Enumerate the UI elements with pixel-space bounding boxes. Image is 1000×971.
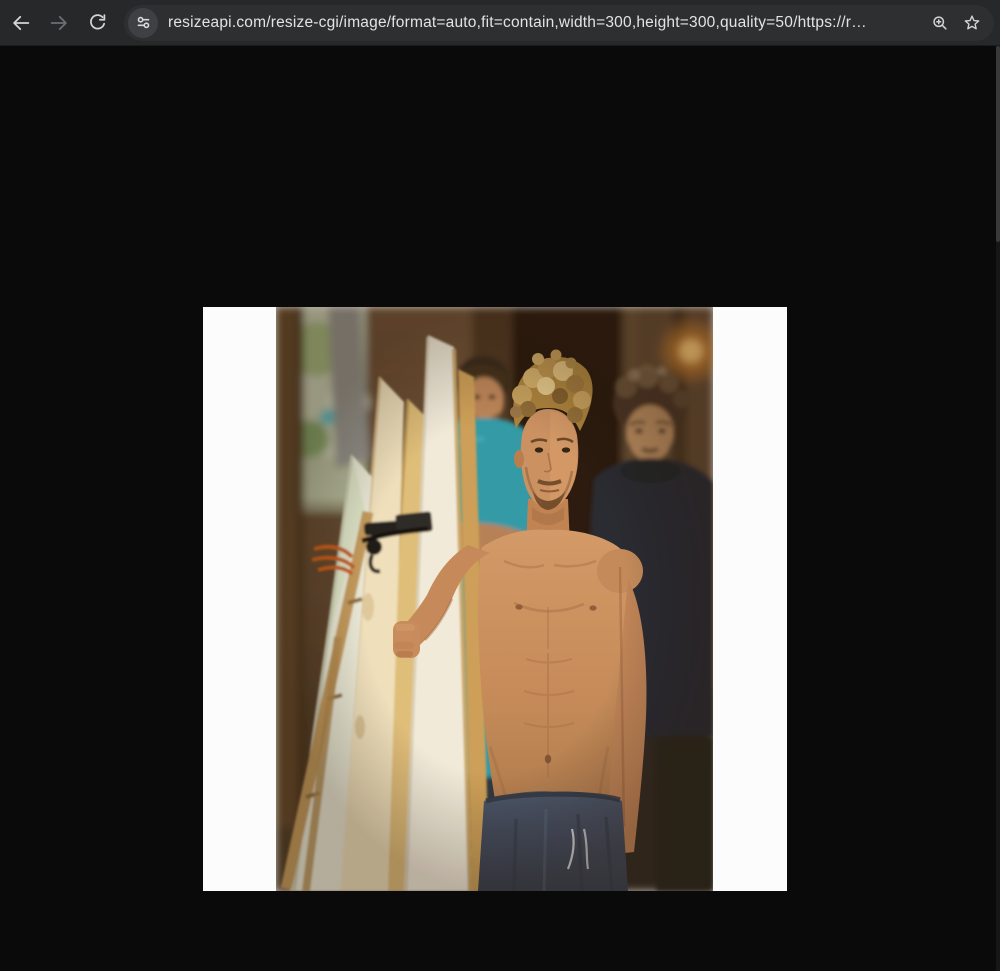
forward-button[interactable] bbox=[40, 4, 78, 42]
back-button[interactable] bbox=[2, 4, 40, 42]
reload-button[interactable] bbox=[78, 4, 116, 42]
scrollbar-track[interactable] bbox=[996, 46, 1000, 971]
scrollbar-thumb[interactable] bbox=[996, 46, 1000, 242]
image-letterbox-frame bbox=[203, 307, 787, 891]
url-text: resizeapi.com/resize-cgi/image/format=au… bbox=[168, 13, 867, 31]
bookmark-button[interactable] bbox=[956, 7, 988, 39]
forward-arrow-icon bbox=[50, 15, 67, 30]
browser-toolbar: resizeapi.com/resize-cgi/image/format=au… bbox=[0, 0, 1000, 46]
magnifier-plus-icon bbox=[933, 15, 947, 30]
page-content bbox=[0, 46, 1000, 971]
browser-window: resizeapi.com/resize-cgi/image/format=au… bbox=[0, 0, 1000, 971]
zoom-level-button[interactable] bbox=[924, 7, 956, 39]
surfboard-rack-photo bbox=[276, 307, 713, 891]
back-arrow-icon bbox=[13, 15, 30, 30]
url-bar[interactable]: resizeapi.com/resize-cgi/image/format=au… bbox=[124, 4, 994, 41]
site-info-button[interactable] bbox=[128, 7, 158, 38]
reload-icon bbox=[89, 14, 105, 30]
tune-sliders-icon bbox=[137, 16, 149, 29]
star-outline-icon bbox=[964, 14, 980, 29]
